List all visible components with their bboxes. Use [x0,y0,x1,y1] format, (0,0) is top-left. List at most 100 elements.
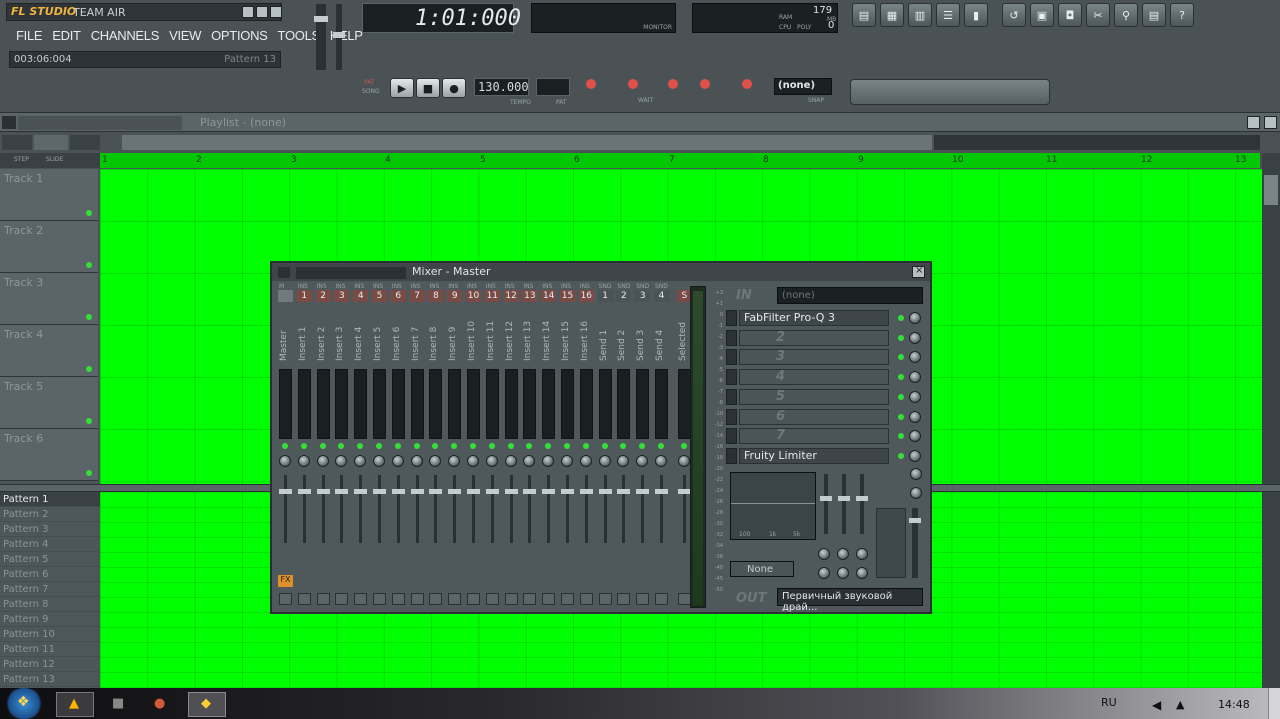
pattern-item[interactable]: Pattern 7 [0,582,100,597]
mixer-strip[interactable]: SND 1 Send 1 [597,283,614,609]
strip-enable-led[interactable] [394,443,401,449]
eq-gain-slider-high[interactable] [856,474,868,534]
strip-enable-led[interactable] [413,443,420,449]
slide-toggle[interactable]: SLIDE [46,156,63,163]
fx-slot-enable-led[interactable] [898,334,904,341]
fx-slot-name[interactable]: 5 [739,388,889,405]
strip-route-button[interactable] [523,593,537,605]
strip-enable-led[interactable] [526,443,533,449]
fx-slot-menu-button[interactable] [726,329,737,346]
strip-route-button[interactable] [335,593,349,605]
step-toggle[interactable]: STEP [14,156,29,163]
fx-slot-enable-led[interactable] [898,354,904,361]
show-desktop-button[interactable] [1268,688,1280,719]
mixer-strip[interactable]: INS 11 Insert 11 [484,283,501,609]
piano-roll-button[interactable]: ▥ [908,3,932,27]
mixer-strip[interactable]: INS 3 Insert 3 [333,283,350,609]
eq-bw-knob-mid[interactable] [837,567,849,579]
pattern-item[interactable]: Pattern 6 [0,567,100,582]
fx-slot-enable-led[interactable] [898,315,904,321]
pattern-item[interactable]: Pattern 11 [0,642,100,657]
strip-route-button[interactable] [542,593,556,605]
step-sequencer-button[interactable]: ▦ [880,3,904,27]
pattern-item[interactable]: Pattern 4 [0,537,100,552]
fx-slot-name[interactable]: 7 [739,428,889,445]
pattern-item[interactable]: Pattern 12 [0,657,100,672]
mixer-strip[interactable]: SND 4 Send 4 [653,283,670,609]
strip-enable-led[interactable] [300,443,307,449]
strip-route-button[interactable] [579,593,593,605]
strip-pan-knob[interactable] [617,455,630,467]
taskbar-app-2[interactable]: ■ [106,692,132,717]
mixer-strip[interactable]: INS 2 Insert 2 [315,283,332,609]
pattern-item[interactable]: Pattern 10 [0,627,100,642]
fx-slot-name[interactable]: Fruity Limiter [739,447,889,464]
mixer-strip[interactable]: INS 6 Insert 6 [390,283,407,609]
strip-pan-knob[interactable] [391,455,404,467]
strip-pan-knob[interactable] [467,455,479,467]
fx-slot-name[interactable]: 6 [739,408,889,425]
strip-pan-knob[interactable] [335,455,348,467]
track-header[interactable]: Track 2 [0,221,98,273]
strip-route-button[interactable] [504,593,518,605]
tempo-display[interactable]: 130.000 [474,78,529,96]
fx-slot-enable-led[interactable] [898,433,904,440]
vertical-scrollbar[interactable] [1262,153,1280,485]
eq-graph[interactable]: 100 1k 5k [730,472,816,540]
strip-volume-fader[interactable] [579,475,593,543]
fx-slot-enable-led[interactable] [898,413,904,420]
strip-volume-fader[interactable] [391,475,405,543]
render-button[interactable]: ◘ [1058,3,1082,27]
start-button[interactable]: ❖ [4,688,44,719]
strip-enable-led[interactable] [680,443,687,449]
strip-volume-fader[interactable] [636,475,650,543]
strip-volume-fader[interactable] [504,475,518,543]
eq-bw-knob-low[interactable] [818,567,830,579]
strip-enable-led[interactable] [357,443,364,449]
strip-volume-fader[interactable] [561,475,574,543]
fx-slot-mix-knob[interactable] [909,351,921,364]
strip-enable-led[interactable] [488,443,495,449]
strip-volume-fader[interactable] [617,475,631,543]
mixer-strip[interactable]: INS 14 Insert 14 [540,283,557,609]
strip-volume-fader[interactable] [297,475,311,543]
project-info-button[interactable]: ▤ [1142,3,1166,27]
menu-view[interactable]: VIEW [169,28,201,43]
browser-button[interactable]: ☰ [936,3,960,27]
track-header[interactable]: Track 1 [0,169,98,221]
strip-volume-fader[interactable] [523,475,537,543]
strip-route-button[interactable] [655,593,668,605]
pattern-item[interactable]: Pattern 2 [0,507,100,522]
strip-volume-fader[interactable] [598,475,612,543]
eq-gain-slider-mid[interactable] [838,474,850,534]
strip-enable-led[interactable] [319,443,326,449]
wait-toggle[interactable] [628,79,638,89]
strip-enable-led[interactable] [601,443,608,449]
fx-slot[interactable]: 6 [726,408,922,426]
mixer-layout-selector[interactable] [296,267,406,279]
output-selector[interactable]: Первичный звуковой драй... [777,588,923,613]
pattern-item[interactable]: Pattern 1 [0,492,100,507]
strip-route-button[interactable] [677,593,691,605]
window-close-button[interactable] [270,6,282,18]
strip-pan-knob[interactable] [598,455,611,467]
playlist-detach-button[interactable] [1247,116,1260,129]
playlist-close-button[interactable] [1264,116,1277,129]
eq-gain-slider-low[interactable] [820,474,832,534]
fx-slot-mix-knob[interactable] [909,430,921,443]
fx-slot[interactable]: 7 [726,428,922,445]
insert-volume-knob[interactable] [910,487,922,499]
strip-pan-knob[interactable] [354,455,367,467]
browser-search-box[interactable] [850,79,1050,105]
eq-bw-knob-high[interactable] [856,567,868,579]
fx-slot[interactable]: 3 [726,349,922,366]
search-button[interactable]: ⚲ [1114,3,1138,27]
fx-slot-enable-led[interactable] [898,393,904,400]
strip-volume-fader[interactable] [542,475,556,543]
strip-volume-fader[interactable] [485,475,499,543]
strip-enable-led[interactable] [282,443,288,449]
mixer-close-button[interactable]: × [912,265,925,278]
view-tab-automation[interactable] [34,135,68,150]
eq-freq-knob-mid[interactable] [837,548,849,560]
strip-route-button[interactable] [617,593,631,605]
